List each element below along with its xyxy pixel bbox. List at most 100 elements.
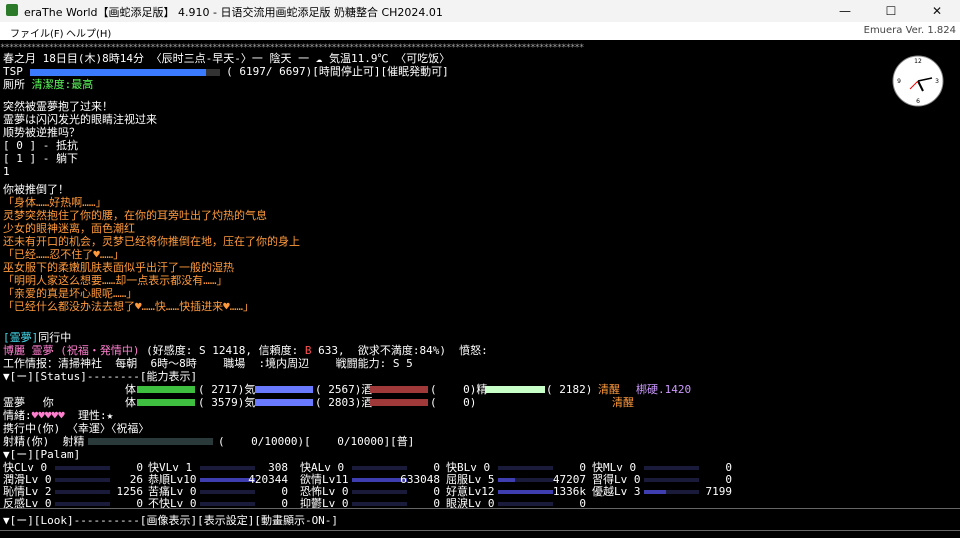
reimu-label: 霊夢 [3, 396, 25, 409]
palam-bar [55, 478, 110, 482]
carry-line: 携行中(你) 〈幸運〉〈祝福〉 [3, 422, 150, 435]
app-icon [6, 4, 18, 16]
location-text: 厠所 [3, 78, 25, 91]
ejac-bar [88, 438, 213, 445]
companion-condition: (祝福・発情中) [60, 344, 140, 357]
tsp-bar-fill [29, 68, 207, 76]
menu-bar: ファイル(F) ヘルプ(H) Emuera Ver. 1.824 [0, 22, 960, 41]
player-extra: 梆硬.1420 [636, 383, 692, 396]
palam-bar [55, 502, 110, 506]
player-sake-value: ( 0)精 [430, 383, 488, 396]
star-icon: ★ [106, 409, 114, 422]
ejac-label: 射精(你) 射精 [3, 435, 85, 448]
reimu-ki-bar [255, 399, 313, 406]
palam-bar-fill [498, 490, 553, 494]
choice-resist[interactable]: [ 0 ] - 抵抗 [3, 139, 78, 152]
palam-bar [200, 466, 255, 470]
palam-bar [352, 502, 407, 506]
clock-icon: 12 3 6 9 [892, 55, 944, 107]
player-body-label: 体 [125, 383, 136, 396]
palam-bar [644, 466, 699, 470]
palam-bar-fill [644, 490, 666, 494]
tsp-value: ( 6197/ 6697)[時間停止可][催眠発動可] [226, 65, 449, 78]
player-sake-bar [370, 386, 428, 393]
event-line-0: 突然被霊夢抱了过来！ [3, 100, 113, 113]
palam-bar-fill [498, 478, 515, 482]
palam-bar [644, 478, 699, 482]
input-echo: 1 [3, 165, 10, 178]
reimu-state: 清醒 [612, 396, 634, 409]
ejac-line: 射精(你) 射精 [3, 435, 85, 448]
palam-bar [352, 490, 407, 494]
companion-tag[interactable]: [霊夢] [3, 331, 38, 344]
datetime-line: 春之月 18日目(木)8時14分 〈辰时三点-早天-〉一 陰天 一 ☁ 気温11… [3, 52, 450, 65]
app-window: eraThe World【画蛇添足版】 4.910 - 日语交流用画蛇添足版 奶… [0, 0, 960, 538]
palam-bar [498, 466, 553, 470]
story-line: 还未有开口的机会，灵梦已经将你推倒在地，压在了你的身上 [3, 235, 300, 248]
heart-icon: ♥♥♥♥♥ [31, 409, 65, 422]
cleanliness-text: 清潔度:最高 [31, 78, 94, 91]
ejac-value: ( 0/10000)[ 0/10000][普] [218, 435, 415, 448]
palam-bar [55, 490, 110, 494]
palam-label: 優越Lv 3 [592, 485, 641, 498]
palam-bar-fill [352, 478, 407, 482]
reimu-hp-value: ( 3579)気 [198, 396, 256, 409]
palam-bar [55, 466, 110, 470]
status-header[interactable]: ▼[ー][Status]--------[能力表示] [3, 370, 197, 383]
story-line: 「明明人家这么想要……却一点表示都没有……」 [3, 274, 228, 287]
svg-text:6: 6 [916, 98, 920, 105]
player-sei-bar [485, 386, 545, 393]
tsp-bar [29, 68, 220, 76]
mood-label: 情緒: [3, 409, 32, 422]
palam-bar [200, 502, 255, 506]
companion-status: 同行中 [38, 331, 72, 344]
choice-lie-down[interactable]: [ 1 ] - 躺下 [3, 152, 78, 165]
window-title: eraThe World【画蛇添足版】 4.910 - 日语交流用画蛇添足版 奶… [24, 6, 443, 19]
palam-bar-fill [200, 478, 255, 482]
console-screen: ****************************************… [0, 40, 960, 538]
player-label: 你 [42, 396, 54, 409]
reimu-hp-bar [137, 399, 195, 406]
close-button[interactable]: ✕ [914, 0, 960, 22]
player-state: 清醒 [598, 383, 620, 396]
tsp-line: TSP ( 6197/ 6697)[時間停止可][催眠発動可] [3, 65, 449, 78]
divider [0, 508, 960, 509]
menu-file[interactable]: ファイル(F) [10, 25, 64, 40]
palam-bar [200, 490, 255, 494]
datetime-text: 春之月 18日目(木)8時14分 〈辰时三点-早天-〉一 陰天 一 [3, 52, 310, 65]
divider-bottom [0, 530, 960, 531]
reason-label: 理性: [78, 409, 107, 422]
work-info: 工作情报：清掃神社 每朝 6時～8時 職場 :境内周辺 戦闘能力: S 5 [3, 357, 413, 370]
player-hp-bar [137, 386, 195, 393]
palam-value: 7199 [705, 485, 733, 498]
palam-bar [498, 502, 553, 506]
companion-info: 博麗 霊夢 (祝福・発情中) (好感度: S 12418, 信頼度: B 633… [3, 344, 488, 357]
version-label: Emuera Ver. 1.824 [863, 25, 956, 36]
reimu-sake-bar [370, 399, 428, 406]
svg-text:12: 12 [914, 58, 922, 65]
reimu-body-label: 体 [125, 396, 136, 409]
story-line: 灵梦突然抱住了你的腰，在你的耳旁吐出了灼热的气息 [3, 209, 267, 222]
temperature-text: 気温11.9℃ 〈可吃饭〉 [328, 52, 451, 65]
story-line: 「已经……忍不住了♥……」 [3, 248, 125, 261]
player-ki-value: ( 2567)酒 [315, 383, 373, 396]
affection-text: (好感度: S 12418, 信頼度: [146, 344, 299, 357]
location-line: 厠所 清潔度:最高 [3, 78, 93, 91]
reimu-sake-value: ( 0) [430, 396, 477, 409]
event-line-2: 顺势被逆推吗？ [3, 126, 80, 139]
title-bar: eraThe World【画蛇添足版】 4.910 - 日语交流用画蛇添足版 奶… [0, 0, 960, 22]
menu-help[interactable]: ヘルプ(H) [66, 25, 111, 40]
look-line[interactable]: ▼[ー][Look]----------[画像表示][表示設定][動畫顯示-ON… [3, 514, 338, 527]
companion-name: 博麗 霊夢 [3, 344, 54, 357]
mood-line: 情緒:♥♥♥♥♥ 理性:★ [3, 409, 113, 422]
story-line: 「身体……好热啊……」 [3, 196, 107, 209]
event-line-1: 霊夢は闪闪发光的眼睛注视过来 [3, 113, 157, 126]
svg-text:3: 3 [935, 78, 939, 85]
trust-rest: 633, 欲求不満度:84%) 憤怒: [311, 344, 488, 357]
palam-header[interactable]: ▼[ー][Palam] [3, 448, 80, 461]
player-hp-value: ( 2717)気 [198, 383, 256, 396]
cloud-icon: ☁ [315, 52, 323, 65]
story-line: 巫女服下的柔嫩肌肤表面似乎出汗了一般的湿热 [3, 261, 234, 274]
minimize-button[interactable]: — [822, 0, 868, 22]
maximize-button[interactable]: ☐ [868, 0, 914, 22]
